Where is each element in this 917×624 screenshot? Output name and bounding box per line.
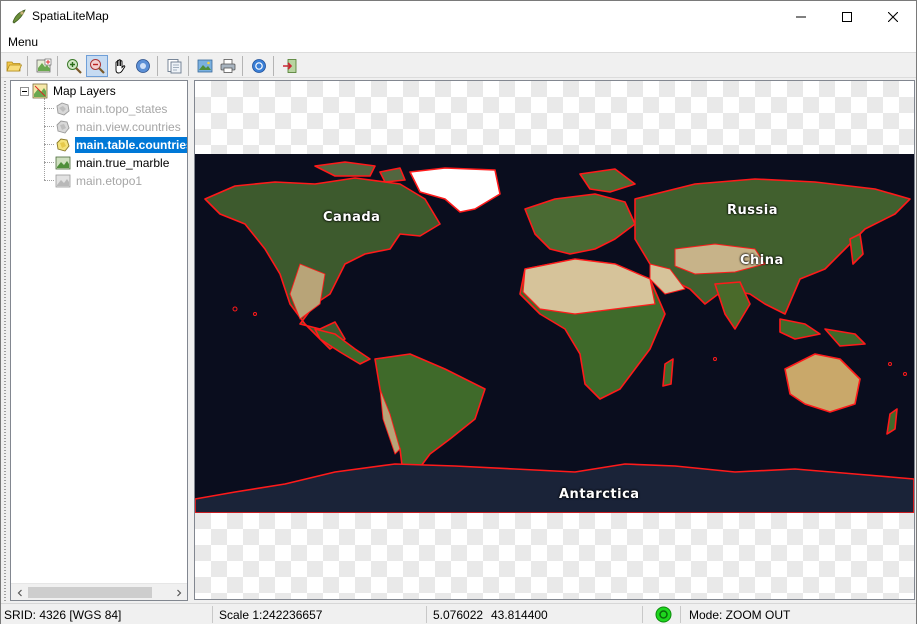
chevron-right-icon: [176, 589, 181, 596]
layer-item[interactable]: main.view.countries: [55, 119, 182, 135]
toolbar-separator: [273, 56, 274, 76]
about-icon: [252, 59, 266, 73]
minimize-icon: [796, 16, 806, 17]
layers-tree-panel: Map Layers main.topo_states main.view.co…: [10, 80, 188, 601]
toolbar: [1, 52, 916, 78]
tree-guide-line: [44, 98, 45, 180]
title-bar[interactable]: SpatiaLiteMap: [1, 1, 916, 32]
vector-layer-icon: [56, 120, 70, 134]
horizontal-scrollbar[interactable]: [11, 583, 187, 600]
layer-label: main.true_marble: [76, 156, 170, 170]
vector-layer-icon: [56, 138, 70, 152]
open-db-button[interactable]: [3, 55, 25, 77]
print-icon: [220, 59, 236, 73]
status-separator: [212, 606, 213, 623]
map-label-russia: Russia: [727, 203, 778, 218]
zoom-in-button[interactable]: [63, 55, 85, 77]
pan-button[interactable]: [109, 55, 131, 77]
close-icon: [888, 11, 898, 22]
print-button[interactable]: [217, 55, 239, 77]
exit-button[interactable]: [279, 55, 301, 77]
toolbar-separator: [242, 56, 243, 76]
minimize-button[interactable]: [778, 1, 824, 32]
tree-root-map-layers[interactable]: Map Layers: [20, 83, 117, 99]
scale-status: Scale 1:242236657: [219, 608, 323, 622]
layer-label: main.etopo1: [76, 174, 143, 188]
export-image-button[interactable]: [194, 55, 216, 77]
map-label-antarctica: Antarctica: [559, 487, 640, 502]
status-bar: SRID: 4326 [WGS 84] Scale 1:242236657 5.…: [1, 603, 916, 624]
toolbar-separator: [188, 56, 189, 76]
close-button[interactable]: [870, 1, 916, 32]
chevron-left-icon: [17, 589, 22, 596]
maximize-icon: [842, 11, 852, 22]
vector-layer-icon: [56, 102, 70, 116]
raster-layer-icon: [55, 174, 71, 188]
zoom-out-button[interactable]: [86, 55, 108, 77]
raster-layer-icon: [55, 156, 71, 170]
srid-status: SRID: 4326 [WGS 84]: [4, 608, 122, 622]
status-indicator-icon: [655, 606, 672, 623]
tree-guide-line: [44, 108, 54, 109]
layer-properties-button[interactable]: [163, 55, 185, 77]
maximize-button[interactable]: [824, 1, 870, 32]
status-separator: [426, 606, 427, 623]
coord-y: 43.814400: [491, 608, 548, 622]
scroll-right-button[interactable]: [170, 584, 187, 600]
collapse-toggle[interactable]: [20, 86, 29, 96]
map-canvas-area[interactable]: Canada Russia China Antarctica: [194, 80, 915, 600]
open-folder-icon: [6, 61, 22, 72]
identify-icon: [136, 59, 150, 73]
app-logo-icon: [12, 9, 26, 24]
layer-add-icon: [36, 58, 52, 73]
zoom-in-icon: [67, 59, 82, 74]
menu-bar: Menu: [1, 32, 916, 52]
tree-guide-line: [44, 180, 54, 181]
app-window: SpatiaLiteMap Menu Map Layers main.topo_…: [0, 0, 917, 624]
layer-label: main.table.countries: [75, 137, 187, 153]
toolbar-separator: [57, 56, 58, 76]
layer-properties-icon: [167, 59, 182, 74]
toolbar-separator: [157, 56, 158, 76]
window-title: SpatiaLiteMap: [32, 9, 109, 23]
status-separator: [642, 606, 643, 623]
toolbar-separator: [27, 56, 28, 76]
coord-x: 5.076022: [433, 608, 484, 622]
layer-add-button[interactable]: [33, 55, 55, 77]
mode-status: Mode: ZOOM OUT: [689, 608, 791, 622]
tree-guide-line: [44, 126, 54, 127]
panel-grip[interactable]: [3, 80, 7, 602]
layer-item[interactable]: main.etopo1: [55, 173, 143, 189]
identify-button[interactable]: [132, 55, 154, 77]
tree-guide-line: [44, 162, 54, 163]
exit-icon: [283, 59, 297, 73]
map-layers-icon: [32, 83, 48, 99]
scroll-thumb[interactable]: [28, 587, 152, 598]
layer-item-selected[interactable]: main.table.countries: [55, 137, 187, 153]
pan-hand-icon: [115, 59, 126, 74]
about-button[interactable]: [248, 55, 270, 77]
scroll-left-button[interactable]: [11, 584, 28, 600]
tree-root-label: Map Layers: [53, 84, 116, 98]
map-label-china: China: [740, 253, 784, 268]
menu-main[interactable]: Menu: [8, 35, 38, 49]
zoom-out-icon: [90, 59, 105, 74]
tree-guide-line: [44, 144, 54, 145]
layer-item[interactable]: main.topo_states: [55, 101, 168, 117]
layer-item[interactable]: main.true_marble: [55, 155, 170, 171]
status-separator: [680, 606, 681, 623]
map-label-canada: Canada: [323, 210, 381, 225]
layer-label: main.topo_states: [76, 102, 168, 116]
layer-label: main.view.countries: [76, 120, 181, 134]
export-image-icon: [197, 59, 213, 73]
world-map[interactable]: [195, 154, 914, 513]
